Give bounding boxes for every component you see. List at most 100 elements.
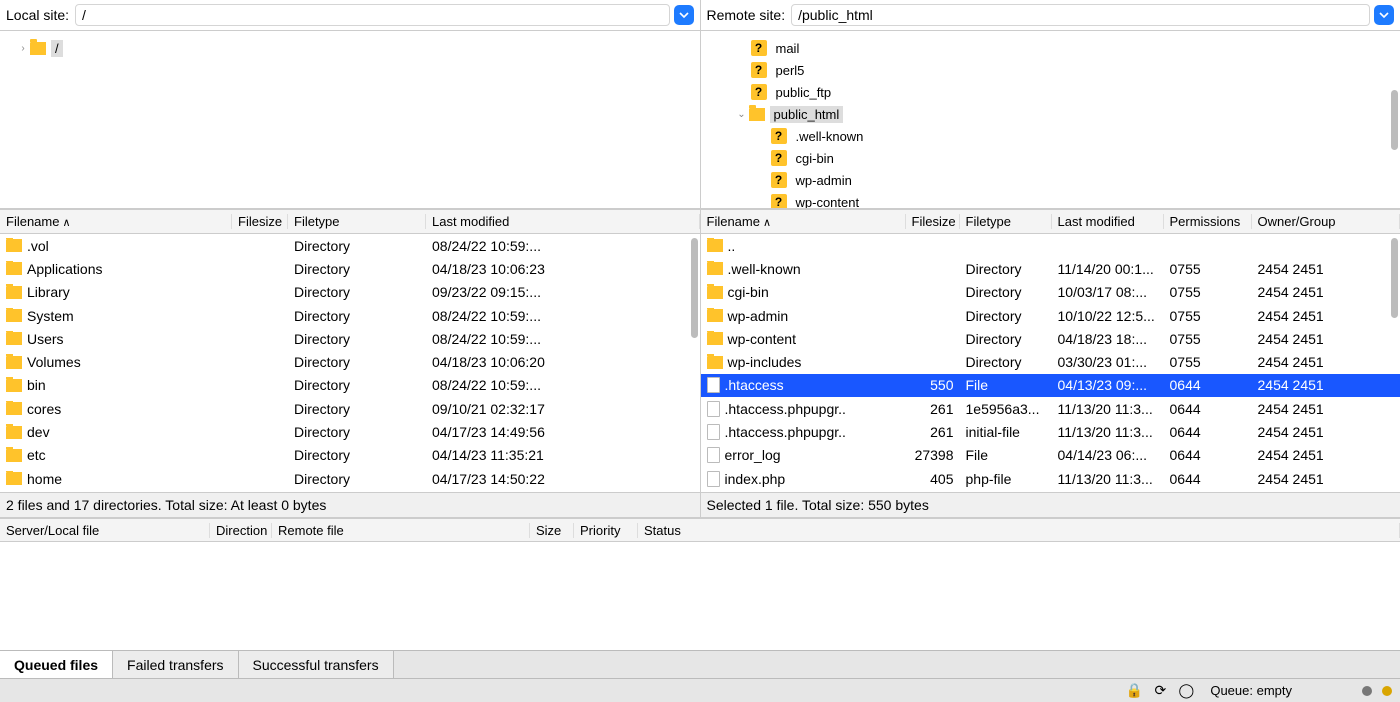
file-modified: 10/03/17 08:... [1052, 284, 1164, 300]
scrollbar[interactable] [1391, 90, 1398, 150]
file-row[interactable]: UsersDirectory08/24/22 10:59:... [0, 327, 700, 350]
file-row[interactable]: binDirectory08/24/22 10:59:... [0, 374, 700, 397]
remote-tree-item[interactable]: ?public_ftp [705, 81, 1397, 103]
file-row[interactable]: cgi-binDirectory10/03/17 08:...07552454 … [701, 281, 1400, 304]
remote-tree-item[interactable]: ?wp-admin [705, 169, 1397, 191]
file-row[interactable]: coresDirectory09/10/21 02:32:17 [0, 397, 700, 420]
remote-tree-item[interactable]: ?perl5 [705, 59, 1397, 81]
local-site-input[interactable] [75, 4, 669, 26]
file-type: Directory [288, 284, 426, 300]
remote-tree-item[interactable]: ?cgi-bin [705, 147, 1397, 169]
file-name: Applications [27, 261, 103, 277]
refresh-icon[interactable]: ⟳ [1152, 683, 1168, 699]
file-row[interactable]: LibraryDirectory09/23/22 09:15:... [0, 281, 700, 304]
tree-item-label: public_ftp [772, 84, 836, 101]
file-row[interactable]: VolumesDirectory04/18/23 10:06:20 [0, 350, 700, 373]
file-icon [707, 471, 720, 487]
remote-tree-item[interactable]: ?mail [705, 37, 1397, 59]
remote-site-label: Remote site: [707, 7, 786, 23]
file-owner: 2454 2451 [1252, 331, 1400, 347]
remote-tree-item[interactable]: ⌄public_html [705, 103, 1397, 125]
unknown-folder-icon: ? [751, 62, 767, 78]
chevron-down-icon[interactable]: ⌄ [735, 109, 749, 120]
col-header-modified[interactable]: Last modified [426, 214, 700, 229]
file-row[interactable]: devDirectory04/17/23 14:49:56 [0, 420, 700, 443]
tab-queued-files[interactable]: Queued files [0, 651, 113, 678]
remote-tree-pane[interactable]: ?mail?perl5?public_ftp⌄public_html?.well… [701, 31, 1400, 209]
col-header-remote-file[interactable]: Remote file [272, 523, 530, 538]
local-file-header: Filename Filesize Filetype Last modified [0, 210, 700, 234]
file-modified: 11/13/20 11:3... [1052, 424, 1164, 440]
col-header-modified[interactable]: Last modified [1052, 214, 1164, 229]
file-type: Directory [960, 354, 1052, 370]
file-row[interactable]: .well-knownDirectory11/14/20 00:1...0755… [701, 257, 1400, 280]
col-header-filesize[interactable]: Filesize [232, 214, 288, 229]
file-name: wp-content [728, 331, 796, 347]
local-tree-pane[interactable]: › / [0, 31, 700, 209]
file-type: Directory [288, 331, 426, 347]
file-name: wp-admin [728, 308, 789, 324]
folder-icon [30, 42, 46, 55]
col-header-filesize[interactable]: Filesize [906, 214, 960, 229]
file-permissions: 0644 [1164, 424, 1252, 440]
col-header-filename[interactable]: Filename [0, 214, 232, 229]
local-site-bar: Local site: [0, 0, 700, 31]
file-type: php-file [960, 471, 1052, 487]
file-row[interactable]: SystemDirectory08/24/22 10:59:... [0, 304, 700, 327]
file-icon [707, 401, 720, 417]
tree-item-label: mail [772, 40, 804, 57]
file-row[interactable]: index.php405php-file11/13/20 11:3...0644… [701, 467, 1400, 490]
file-modified: 04/17/23 14:50:22 [426, 471, 700, 487]
remote-tree-item[interactable]: ?wp-content [705, 191, 1397, 209]
file-row[interactable]: error_log27398File04/14/23 06:...0644245… [701, 444, 1400, 467]
tab-failed-transfers[interactable]: Failed transfers [113, 651, 238, 678]
file-row[interactable]: .htaccess550File04/13/23 09:...06442454 … [701, 374, 1400, 397]
col-header-filename[interactable]: Filename [701, 214, 906, 229]
col-header-server-local-file[interactable]: Server/Local file [0, 523, 210, 538]
file-row[interactable]: .htaccess.phpupgr..2611e5956a3...11/13/2… [701, 397, 1400, 420]
queue-body[interactable] [0, 542, 1400, 650]
file-size: 27398 [906, 447, 960, 463]
file-row[interactable]: wp-adminDirectory10/10/22 12:5...0755245… [701, 304, 1400, 327]
file-size: 550 [906, 377, 960, 393]
file-row[interactable]: .. [701, 234, 1400, 257]
col-header-direction[interactable]: Direction [210, 523, 272, 538]
unknown-folder-icon: ? [771, 194, 787, 209]
remote-site-input[interactable] [791, 4, 1370, 26]
scrollbar[interactable] [691, 238, 698, 338]
col-header-status[interactable]: Status [638, 523, 1400, 538]
status-footer: 🔒 ⟳ ◯ Queue: empty [0, 678, 1400, 702]
scrollbar[interactable] [1391, 238, 1398, 318]
col-header-filetype[interactable]: Filetype [288, 214, 426, 229]
col-header-filetype[interactable]: Filetype [960, 214, 1052, 229]
local-tree-root[interactable]: › / [4, 37, 696, 59]
tab-successful-transfers[interactable]: Successful transfers [239, 651, 394, 678]
lock-icon: 🔒 [1126, 683, 1142, 699]
file-row[interactable]: wp-contentDirectory04/18/23 18:...075524… [701, 327, 1400, 350]
expand-icon[interactable]: › [16, 43, 30, 54]
queue-header: Server/Local file Direction Remote file … [0, 518, 1400, 542]
col-header-size[interactable]: Size [530, 523, 574, 538]
remote-site-dropdown-button[interactable] [1374, 5, 1394, 25]
file-name: .htaccess.phpupgr.. [725, 424, 846, 440]
file-modified: 04/18/23 18:... [1052, 331, 1164, 347]
col-header-permissions[interactable]: Permissions [1164, 214, 1252, 229]
file-row[interactable]: .htaccess.phpupgr..261initial-file11/13/… [701, 420, 1400, 443]
col-header-priority[interactable]: Priority [574, 523, 638, 538]
local-site-dropdown-button[interactable] [674, 5, 694, 25]
file-row[interactable]: homeDirectory04/17/23 14:50:22 [0, 467, 700, 490]
remote-tree-item[interactable]: ?.well-known [705, 125, 1397, 147]
file-modified: 04/18/23 10:06:23 [426, 261, 700, 277]
file-modified: 04/14/23 06:... [1052, 447, 1164, 463]
file-row[interactable]: .volDirectory08/24/22 10:59:... [0, 234, 700, 257]
file-name: .. [728, 238, 736, 254]
file-row[interactable]: etcDirectory04/14/23 11:35:21 [0, 444, 700, 467]
col-header-owner[interactable]: Owner/Group [1252, 214, 1400, 229]
file-row[interactable]: ApplicationsDirectory04/18/23 10:06:23 [0, 257, 700, 280]
file-permissions: 0755 [1164, 308, 1252, 324]
file-row[interactable]: wp-includesDirectory03/30/23 01:...07552… [701, 350, 1400, 373]
remote-file-list[interactable]: .. .well-knownDirectory11/14/20 00:1...07… [701, 234, 1400, 492]
file-type: Directory [288, 308, 426, 324]
local-file-list[interactable]: .volDirectory08/24/22 10:59:...Applicati… [0, 234, 700, 492]
file-modified: 11/14/20 00:1... [1052, 261, 1164, 277]
